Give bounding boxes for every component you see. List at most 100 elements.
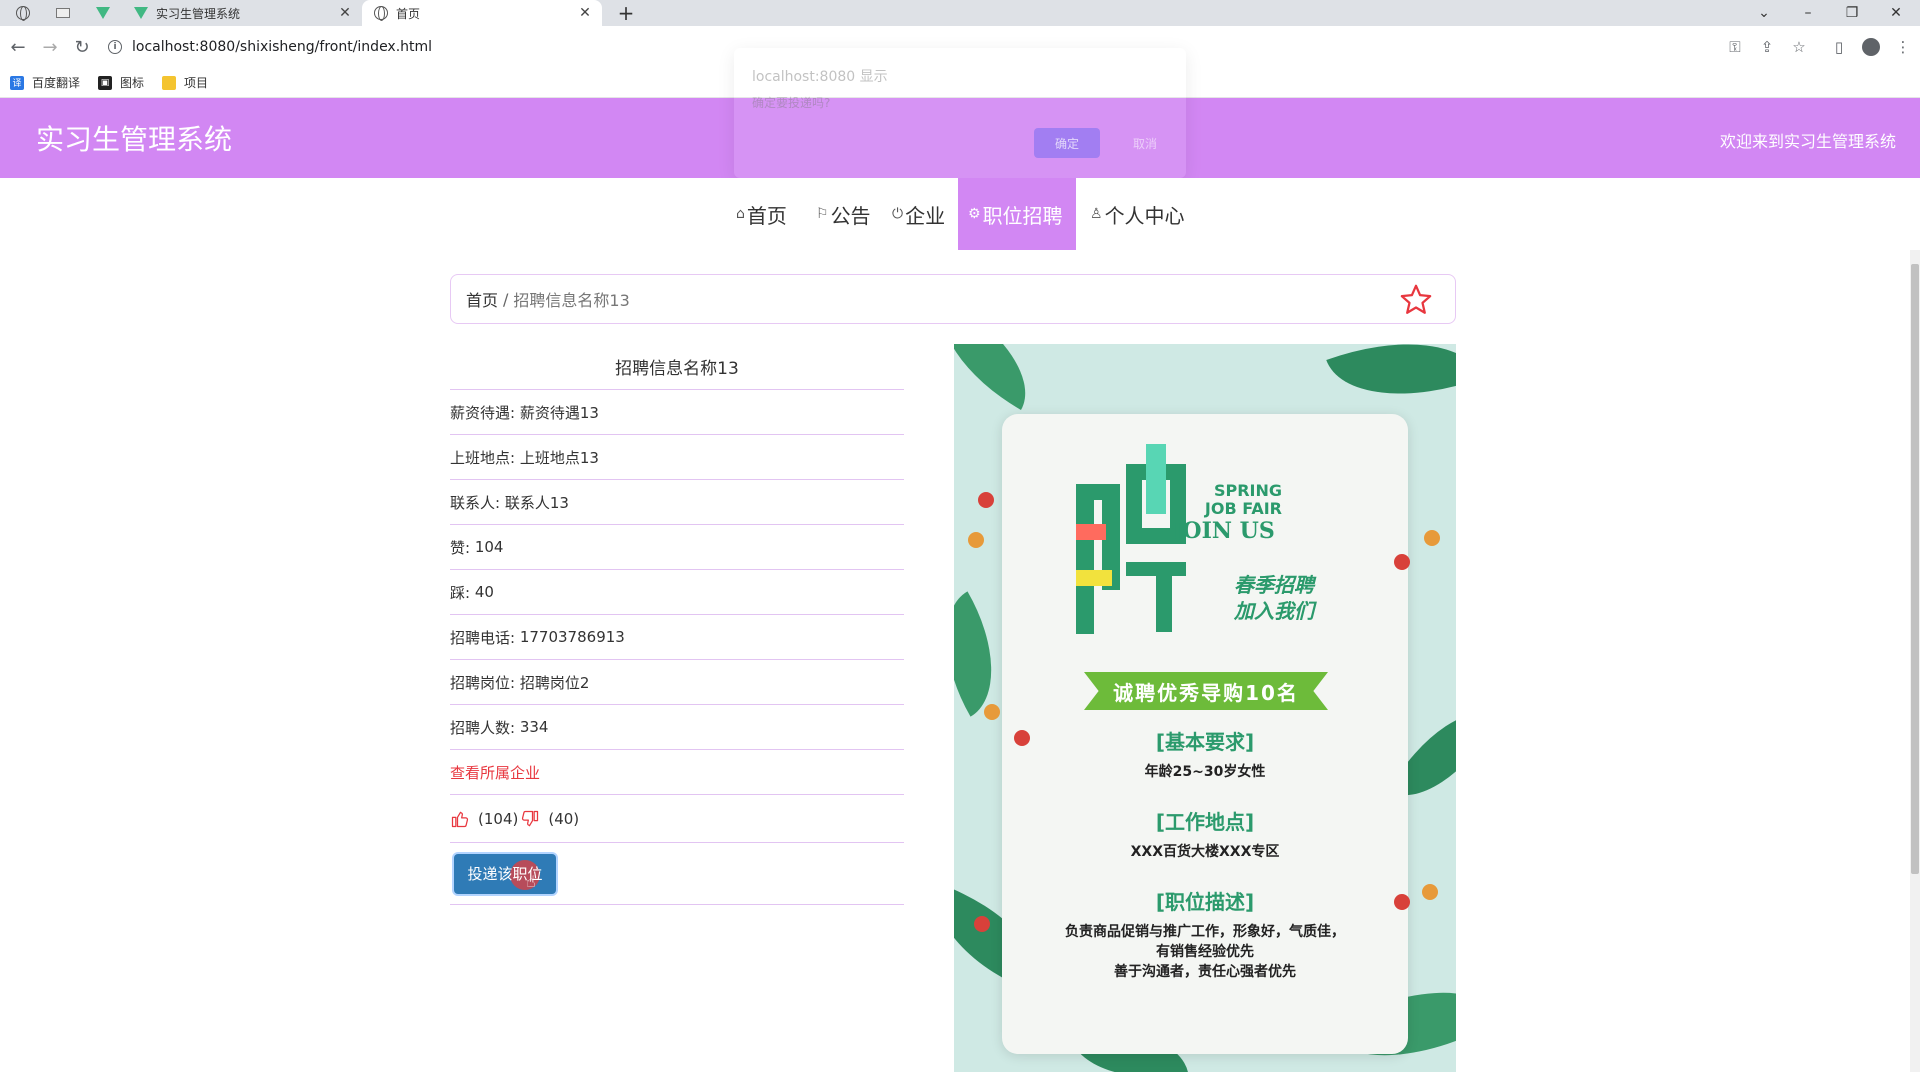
tab-search-icon[interactable]: ⌄ <box>1742 0 1786 26</box>
field-likes: 赞104 <box>450 525 904 570</box>
nav-label: 个人中心 <box>1104 203 1185 228</box>
info-icon[interactable]: i <box>108 40 122 54</box>
minimize-icon[interactable]: – <box>1786 0 1830 26</box>
field-value: 40 <box>474 583 494 601</box>
vue-logo-icon <box>96 7 110 19</box>
translate-icon: 译 <box>10 75 24 90</box>
browser-tab-strip: 实习生管理系统 ✕ 首页 ✕ + ⌄ – ❐ ✕ <box>0 0 1920 26</box>
restore-icon[interactable]: ❐ <box>1830 0 1874 26</box>
nav-label: 首页 <box>746 203 787 228</box>
browser-tab-system[interactable]: 实习生管理系统 ✕ <box>124 0 362 26</box>
berry-decoration <box>1424 530 1440 546</box>
bookmark-item[interactable]: 项目 <box>162 74 208 91</box>
bookmark-star-icon[interactable]: ☆ <box>1784 32 1814 62</box>
dialog-cancel-button[interactable]: 取消 <box>1112 128 1178 158</box>
poster-cn-line: 加入我们 <box>1234 599 1314 623</box>
vote-row: (104) (40) <box>450 795 904 843</box>
gear-icon: ⚙ <box>968 206 981 222</box>
pinned-tab-globe[interactable] <box>4 0 42 26</box>
globe-icon <box>374 6 388 21</box>
main-nav: ⌂ 首页 ⚐ 公告 ⏻ 企业 ⚙ 职位招聘 ♙ 个人中心 <box>0 178 1920 250</box>
field-label: 踩 <box>450 582 475 603</box>
field-position: 招聘岗位招聘岗位2 <box>450 660 904 705</box>
poster-location-title: [工作地点] <box>1155 810 1255 834</box>
favorite-star-icon[interactable] <box>1399 283 1433 317</box>
field-label: 招聘电话 <box>450 627 520 648</box>
url-text: localhost:8080/shixisheng/front/index.ht… <box>132 39 433 55</box>
bookmark-item[interactable]: 译 百度翻译 <box>10 74 80 91</box>
field-value: 334 <box>519 718 549 736</box>
poster-description-line: 负责商品促销与推广工作，形象好，气质佳， <box>1065 924 1345 940</box>
apply-job-button[interactable]: 投递该职位 ☝ <box>454 853 556 894</box>
nav-item-company[interactable]: ⏻ 企业 <box>882 178 955 250</box>
confirm-dialog: localhost:8080 显示 确定要投递吗? 确定 取消 <box>734 48 1186 178</box>
apply-button-label: 投递该职位 <box>467 865 543 883</box>
dialog-ok-button[interactable]: 确定 <box>1034 128 1100 158</box>
field-label: 招聘岗位 <box>450 672 520 693</box>
reload-icon[interactable]: ↻ <box>66 32 98 62</box>
breadcrumb-home[interactable]: 首页 <box>466 287 498 311</box>
like-count: (104) <box>478 809 519 828</box>
new-tab-button[interactable]: + <box>612 0 640 26</box>
kebab-menu-icon[interactable]: ⋮ <box>1888 32 1918 62</box>
thumbs-down-icon[interactable] <box>520 809 540 829</box>
power-icon: ⏻ <box>892 206 904 222</box>
nav-item-home[interactable]: ⌂ 首页 <box>726 178 797 250</box>
view-company-link[interactable]: 查看所属企业 <box>450 762 540 783</box>
poster-description-title: [职位描述] <box>1155 890 1255 914</box>
field-headcount: 招聘人数334 <box>450 705 904 750</box>
bookmark-label: 图标 <box>120 76 145 90</box>
berry-decoration <box>1394 554 1410 570</box>
nav-item-profile[interactable]: ♙ 个人中心 <box>1080 178 1195 250</box>
back-arrow-icon[interactable]: ← <box>2 32 34 62</box>
scrollbar-thumb[interactable] <box>1911 264 1919 874</box>
field-value: 联系人13 <box>504 493 569 512</box>
profile-avatar-icon[interactable] <box>1856 32 1886 62</box>
berry-decoration <box>968 532 984 548</box>
image-icon: ▣ <box>98 75 113 90</box>
window-close-icon[interactable]: ✕ <box>1874 0 1918 26</box>
forward-arrow-icon[interactable]: → <box>34 32 66 62</box>
nav-item-jobs[interactable]: ⚙ 职位招聘 <box>958 178 1076 250</box>
field-phone: 招聘电话17703786913 <box>450 615 904 660</box>
close-icon[interactable]: ✕ <box>574 5 596 21</box>
poster-description-line: 善于沟通者，责任心强者优先 <box>1114 964 1296 980</box>
poster-english-line: SPRING JOB FAIR <box>1190 482 1282 518</box>
poster-banner: 诚聘优秀导购10名 <box>1084 672 1328 710</box>
job-title: 招聘信息名称13 <box>450 344 904 390</box>
pinned-tab-vue[interactable] <box>84 0 122 26</box>
breadcrumb: 首页 / 招聘信息名称13 <box>450 274 1456 324</box>
poster-cn-line: 春季招聘 <box>1234 573 1314 597</box>
field-dislikes: 踩40 <box>450 570 904 615</box>
key-icon[interactable]: ⚿ <box>1720 32 1750 62</box>
dislike-count: (40) <box>548 809 580 828</box>
job-detail: 招聘信息名称13 薪资待遇薪资待遇13 上班地点上班地点13 联系人联系人13 … <box>450 344 904 905</box>
poster-en-spring: SPRING <box>1213 481 1282 500</box>
thumbs-up-icon[interactable] <box>450 809 470 829</box>
poster-description-line: 有销售经验优先 <box>1156 944 1254 960</box>
flag-icon: ⚐ <box>816 206 829 222</box>
share-icon[interactable]: ⇪ <box>1752 32 1782 62</box>
browser-tab-home[interactable]: 首页 ✕ <box>362 0 602 26</box>
company-link-row: 查看所属企业 <box>450 750 904 795</box>
poster-en-jobfair: JOB FAIR <box>1204 499 1282 518</box>
nav-item-notice[interactable]: ⚐ 公告 <box>806 178 881 250</box>
bookmark-label: 百度翻译 <box>32 76 81 90</box>
pinned-tab-blank[interactable] <box>44 0 82 26</box>
bookmark-label: 项目 <box>184 76 209 90</box>
home-icon: ⌂ <box>736 206 745 222</box>
user-icon: ♙ <box>1090 206 1103 222</box>
close-icon[interactable]: ✕ <box>334 5 356 21</box>
side-panel-icon[interactable]: ▯ <box>1824 32 1854 62</box>
field-label: 薪资待遇 <box>450 402 520 423</box>
vue-logo-icon <box>134 7 148 19</box>
berry-decoration <box>984 704 1000 720</box>
field-location: 上班地点上班地点13 <box>450 435 904 480</box>
bookmark-item[interactable]: ▣ 图标 <box>98 74 144 91</box>
field-value: 薪资待遇13 <box>519 403 599 422</box>
poster-join-us: JOIN US <box>1172 518 1275 544</box>
field-label: 上班地点 <box>450 447 520 468</box>
blank-page-icon <box>56 8 70 18</box>
poster-location-text: XXX百货大楼XXX专区 <box>1130 844 1280 860</box>
welcome-text: 欢迎来到实习生管理系统 <box>1719 132 1896 151</box>
